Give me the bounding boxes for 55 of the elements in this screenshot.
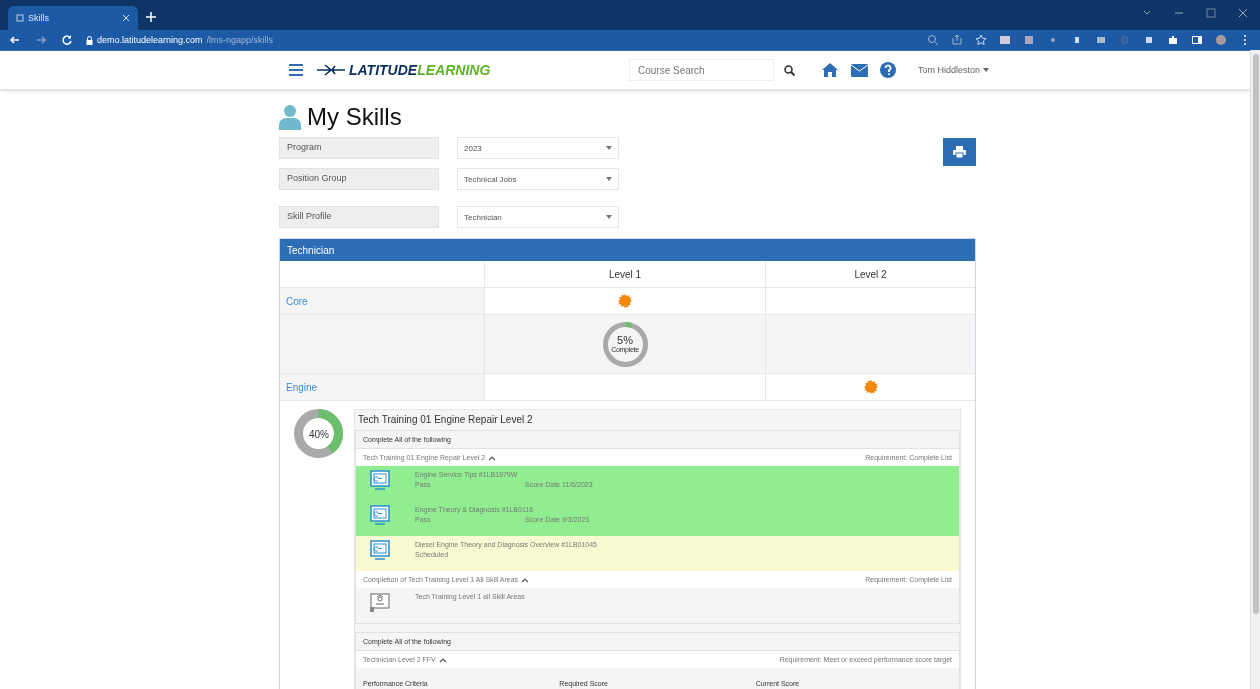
url-path: /lms-ngapp/skills xyxy=(206,35,274,45)
puzzle-icon[interactable] xyxy=(1166,33,1180,47)
course-title: Tech Training 01 Engine Repair Level 2 xyxy=(357,413,534,427)
printer-icon xyxy=(953,146,966,158)
filter-label: Position Group xyxy=(279,168,439,190)
browser-tab[interactable]: Skills xyxy=(8,6,138,30)
help-icon[interactable] xyxy=(879,62,896,78)
filter-dropdown[interactable]: 2023 xyxy=(457,137,619,159)
page-icon xyxy=(16,14,24,22)
user-menu[interactable]: Tom Hiddleston xyxy=(917,65,989,75)
reload-icon[interactable] xyxy=(60,33,74,47)
progress-donut: 40% xyxy=(294,409,344,459)
search-field[interactable]: Course Search xyxy=(628,59,774,81)
avatar-icon[interactable] xyxy=(1214,33,1228,47)
caret-icon[interactable] xyxy=(606,146,612,150)
user-icon xyxy=(279,104,301,130)
star-icon[interactable] xyxy=(974,33,988,47)
column-header: Level 1 xyxy=(608,268,642,280)
skill-area-link[interactable]: Engine xyxy=(286,381,318,393)
zoom-icon[interactable] xyxy=(926,33,940,47)
scrollbar[interactable] xyxy=(1250,50,1260,689)
chevron-up-icon[interactable] xyxy=(488,454,497,461)
filter-label: Skill Profile xyxy=(279,206,439,228)
computer-icon xyxy=(369,540,391,562)
chevron-up-icon[interactable] xyxy=(438,656,447,663)
close-icon[interactable] xyxy=(1236,6,1250,20)
url-host: demo.latitudelearning.com xyxy=(97,35,203,45)
caret-icon[interactable] xyxy=(606,215,612,219)
logo-text: LATITUDELEARNING xyxy=(349,62,491,78)
skill-area-link[interactable]: Core xyxy=(286,295,308,307)
new-tab-icon[interactable] xyxy=(146,12,156,22)
tab-title: Skills xyxy=(28,13,50,23)
panel-header: Technician xyxy=(280,239,975,261)
computer-icon xyxy=(369,505,391,527)
extension-icon[interactable] xyxy=(1022,33,1036,47)
close-icon[interactable] xyxy=(122,14,130,22)
mail-icon[interactable] xyxy=(850,63,868,77)
column-header: Level 2 xyxy=(854,268,887,280)
chevron-up-icon[interactable] xyxy=(521,576,530,583)
share-icon[interactable] xyxy=(950,33,964,47)
filter-label: Program xyxy=(279,137,439,159)
caret-icon[interactable] xyxy=(606,177,612,181)
filter-dropdown[interactable]: Technical Jobs xyxy=(457,168,619,190)
home-icon[interactable] xyxy=(820,62,839,78)
certificate-icon xyxy=(369,592,391,614)
sidebar-icon[interactable] xyxy=(1190,33,1204,47)
filter-dropdown[interactable]: Technician xyxy=(457,206,619,228)
caret-icon[interactable] xyxy=(983,68,989,72)
lock-icon xyxy=(86,35,93,45)
search-icon[interactable] xyxy=(783,64,795,76)
extension-icon[interactable] xyxy=(998,33,1012,47)
print-button[interactable] xyxy=(943,138,976,166)
page-title: My Skills xyxy=(307,103,402,131)
computer-icon xyxy=(369,470,391,492)
menu-icon[interactable] xyxy=(289,64,303,76)
